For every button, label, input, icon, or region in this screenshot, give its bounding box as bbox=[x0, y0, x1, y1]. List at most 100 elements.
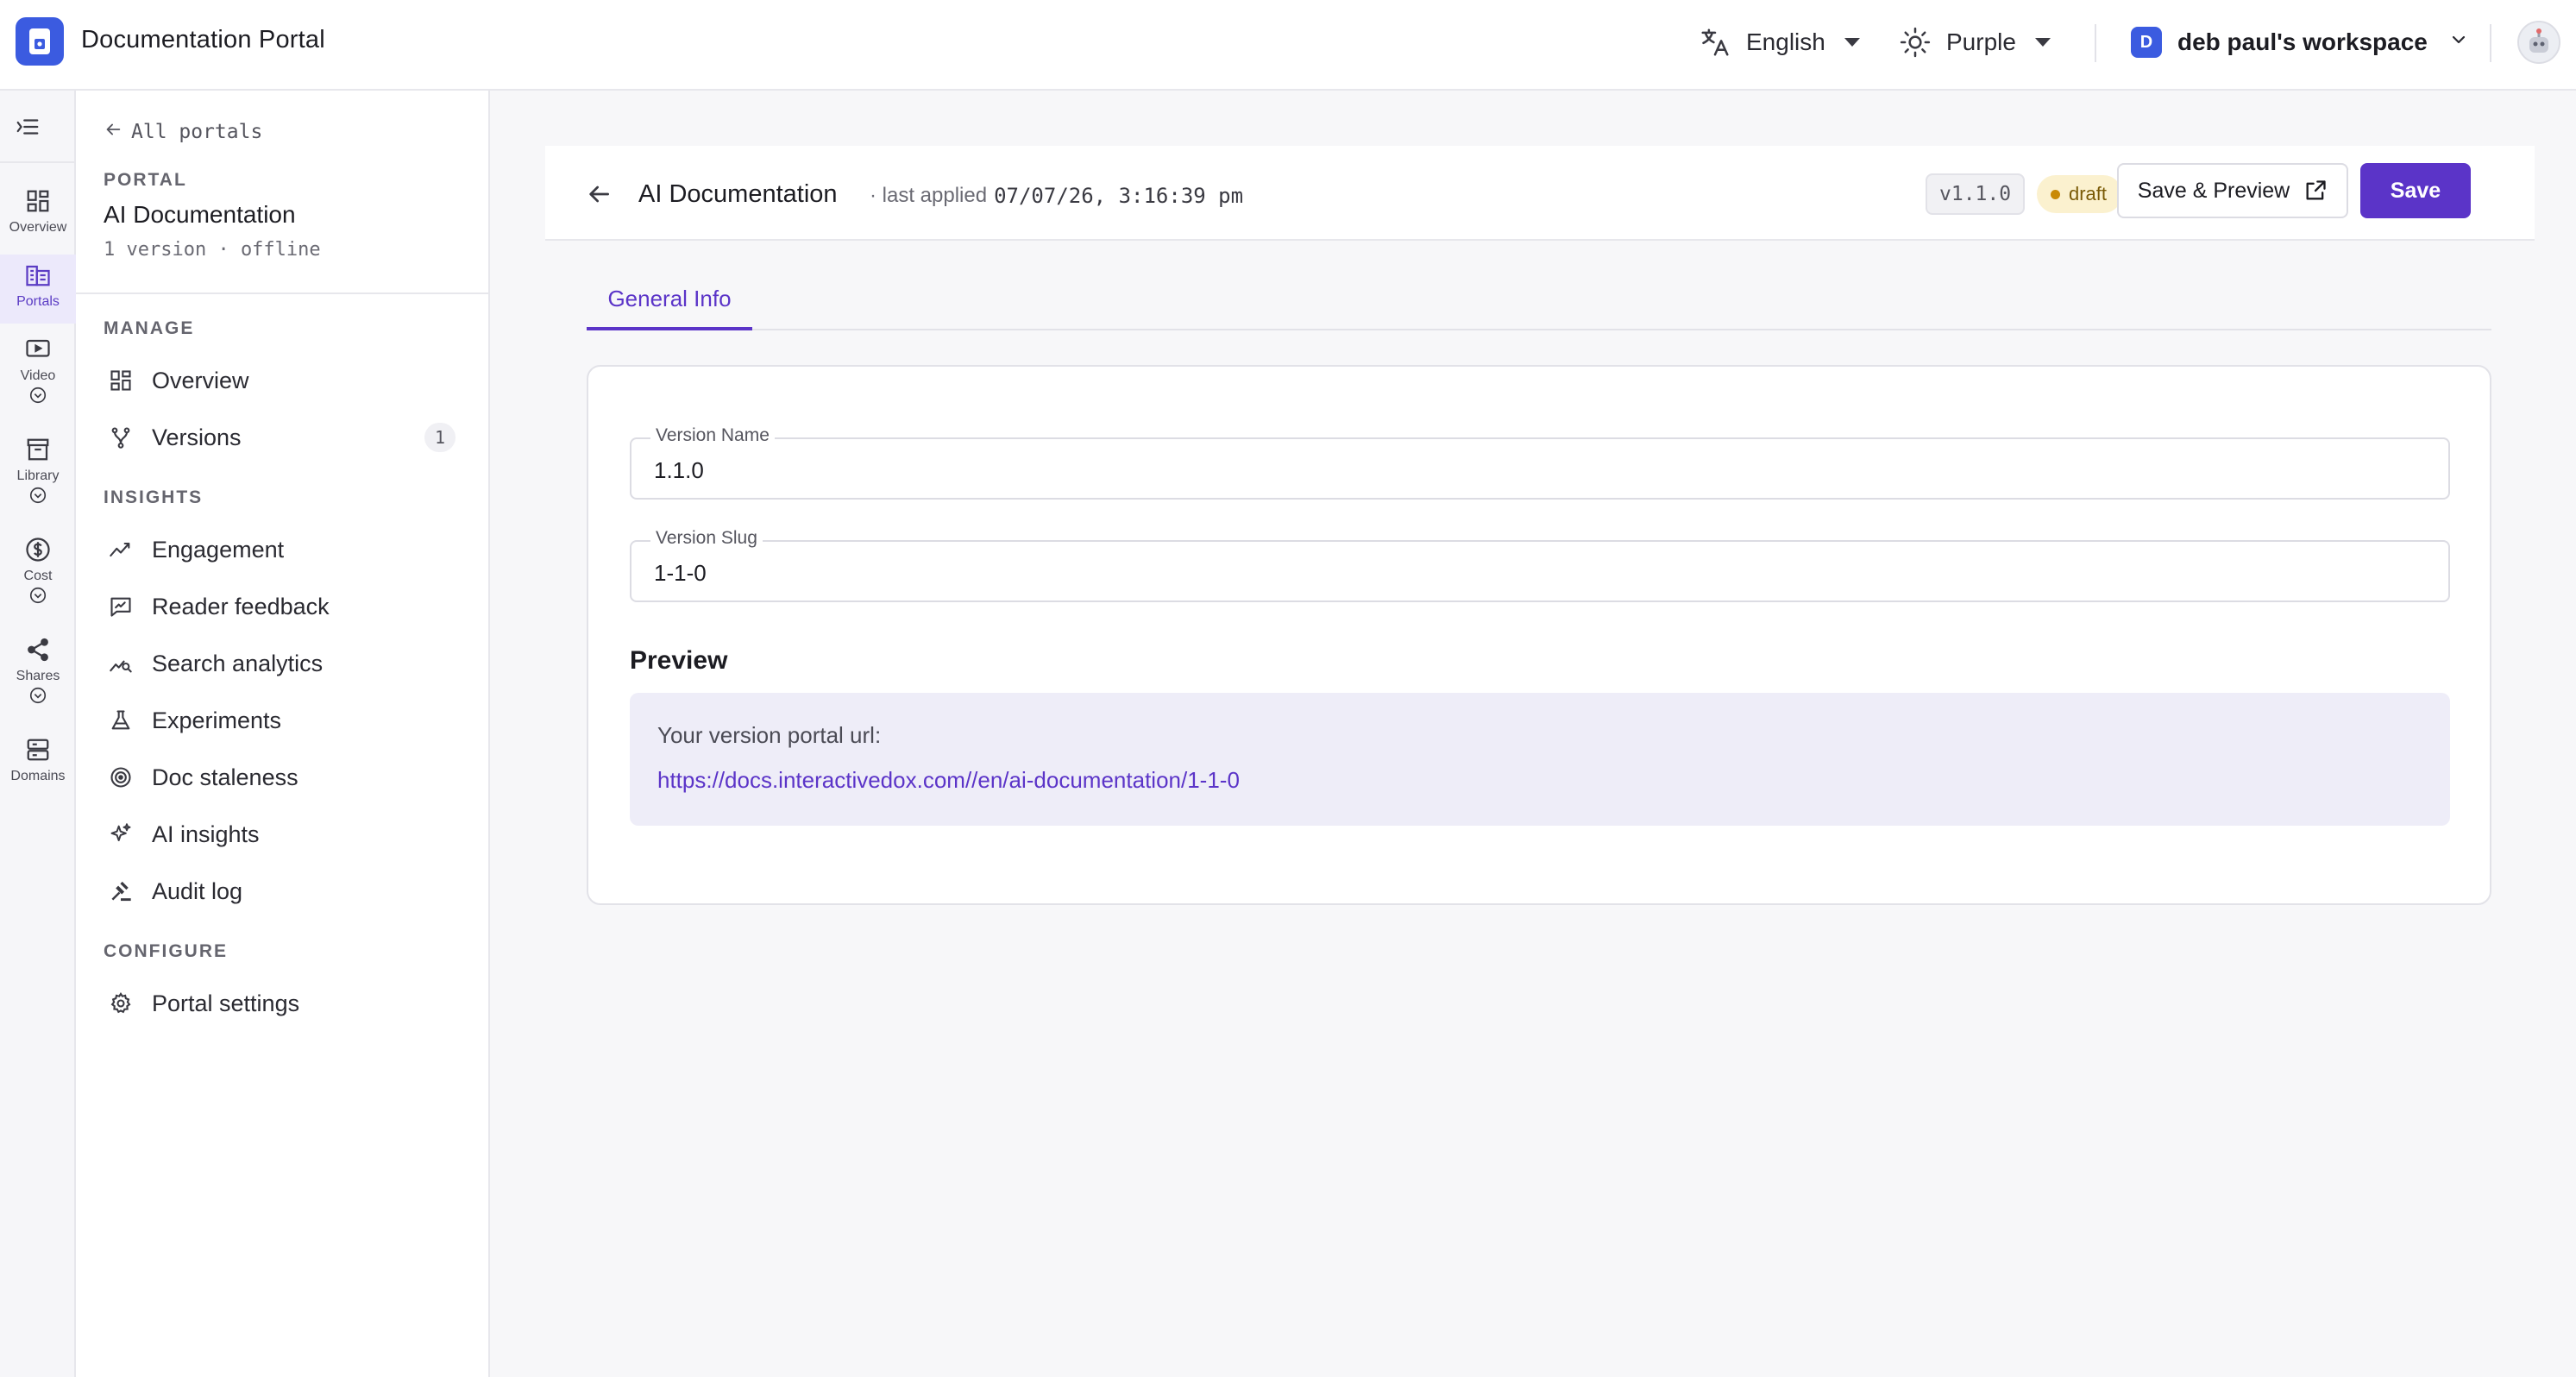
sidebar-item-search-analytics[interactable]: Search analytics bbox=[97, 641, 468, 686]
book-icon[interactable] bbox=[16, 17, 64, 66]
top-header: Documentation Portal English Purple D de… bbox=[0, 0, 2576, 91]
version-slug-field[interactable]: Version Slug bbox=[630, 528, 2450, 602]
version-name-input[interactable] bbox=[654, 455, 2414, 486]
trend-icon bbox=[107, 536, 135, 563]
rail-item-label: Overview bbox=[9, 220, 67, 235]
gavel-icon bbox=[107, 877, 135, 905]
workspace-switcher[interactable]: D deb paul's workspace bbox=[2131, 21, 2469, 64]
last-applied-meta: · last applied 07/07/26, 3:16:39 pm bbox=[870, 184, 1243, 208]
target-icon bbox=[107, 764, 135, 791]
rail-item-domains[interactable]: Domains bbox=[0, 729, 76, 798]
sidebar-item-label: Overview bbox=[152, 367, 249, 393]
sidebar-item-experiments[interactable]: Experiments bbox=[97, 698, 468, 743]
theme-selector[interactable]: Purple bbox=[1898, 21, 2051, 64]
general-info-card: Version Name Version Slug Preview Your v… bbox=[587, 365, 2491, 905]
rail-item-label: Domains bbox=[10, 769, 66, 783]
archive-icon bbox=[22, 434, 53, 465]
arrow-left-icon bbox=[104, 120, 123, 144]
status-badge: draft bbox=[2037, 175, 2123, 213]
rail-item-shares[interactable]: Shares bbox=[0, 629, 76, 712]
search-analytics-icon bbox=[107, 650, 135, 677]
dollar-icon bbox=[22, 534, 53, 565]
chevron-circle-icon bbox=[28, 586, 47, 609]
portal-sidebar: All portals PORTAL AI Documentation 1 ve… bbox=[76, 91, 490, 1377]
tab-general-info[interactable]: General Info bbox=[587, 270, 752, 330]
sidebar-item-engagement[interactable]: Engagement bbox=[97, 527, 468, 572]
rail-item-label: Video bbox=[20, 368, 56, 383]
theme-label: Purple bbox=[1946, 28, 2016, 55]
gear-icon bbox=[107, 990, 135, 1017]
chevron-down-icon bbox=[2448, 28, 2469, 56]
sidebar-item-label: AI insights bbox=[152, 821, 260, 847]
version-tag: v1.1.0 bbox=[1926, 173, 2026, 215]
translate-icon bbox=[1698, 25, 1732, 60]
all-portals-label: All portals bbox=[131, 121, 263, 143]
rail-divider bbox=[0, 161, 76, 163]
sun-icon bbox=[1898, 25, 1932, 60]
version-name-label: Version Name bbox=[650, 425, 775, 446]
rail-item-label: Shares bbox=[16, 669, 60, 683]
sidebar-item-versions[interactable]: Versions 1 bbox=[97, 415, 468, 460]
portal-meta: 1 version · offline bbox=[104, 239, 321, 261]
save-preview-label: Save & Preview bbox=[2137, 178, 2290, 203]
version-header: AI Documentation · last applied 07/07/26… bbox=[545, 146, 2535, 241]
preview-panel: Your version portal url: https://docs.in… bbox=[630, 693, 2450, 826]
flask-icon bbox=[107, 707, 135, 734]
rail-item-cost[interactable]: Cost bbox=[0, 529, 76, 612]
workspace-name: deb paul's workspace bbox=[2177, 28, 2428, 55]
sidebar-divider bbox=[76, 292, 490, 294]
rail-item-video[interactable]: Video bbox=[0, 329, 76, 412]
preview-url-link[interactable]: https://docs.interactivedox.com//en/ai-d… bbox=[657, 767, 1240, 794]
preview-heading: Preview bbox=[630, 646, 728, 675]
collapse-menu-icon[interactable] bbox=[12, 111, 43, 142]
sidebar-item-portal-settings[interactable]: Portal settings bbox=[97, 981, 468, 1026]
icon-rail: Overview Portals Video Library Cost Shar… bbox=[0, 91, 76, 1377]
server-icon bbox=[22, 734, 53, 765]
user-avatar[interactable] bbox=[2517, 21, 2560, 64]
last-applied-label: · last applied bbox=[870, 184, 988, 207]
rail-item-label: Library bbox=[16, 468, 60, 483]
last-applied-timestamp: 07/07/26, 3:16:39 pm bbox=[994, 184, 1244, 208]
status-dot bbox=[2051, 189, 2060, 199]
sidebar-item-label: Doc staleness bbox=[152, 764, 298, 790]
rail-item-label: Cost bbox=[23, 569, 53, 583]
portal-name: AI Documentation bbox=[104, 201, 296, 228]
sidebar-item-overview[interactable]: Overview bbox=[97, 358, 468, 403]
save-button[interactable]: Save bbox=[2360, 163, 2471, 218]
header-divider bbox=[2490, 24, 2491, 62]
rail-item-overview[interactable]: Overview bbox=[0, 180, 76, 249]
sidebar-item-reader-feedback[interactable]: Reader feedback bbox=[97, 584, 468, 629]
sidebar-item-doc-staleness[interactable]: Doc staleness bbox=[97, 755, 468, 800]
rail-item-library[interactable]: Library bbox=[0, 429, 76, 512]
versions-count-badge: 1 bbox=[424, 423, 456, 452]
version-name-field[interactable]: Version Name bbox=[630, 425, 2450, 500]
share-icon bbox=[22, 634, 53, 665]
sidebar-item-label: Experiments bbox=[152, 707, 282, 733]
rail-item-label: Portals bbox=[16, 294, 60, 309]
back-arrow-icon[interactable] bbox=[581, 177, 616, 211]
feedback-icon bbox=[107, 593, 135, 620]
sidebar-item-label: Engagement bbox=[152, 536, 285, 563]
section-label-configure: CONFIGURE bbox=[104, 941, 228, 961]
rail-item-portals[interactable]: Portals bbox=[0, 255, 76, 324]
language-selector[interactable]: English bbox=[1698, 21, 1860, 64]
sidebar-item-label: Search analytics bbox=[152, 650, 324, 676]
section-label-insights: INSIGHTS bbox=[104, 487, 204, 507]
version-slug-input[interactable] bbox=[654, 557, 2414, 588]
save-preview-button[interactable]: Save & Preview bbox=[2117, 163, 2348, 218]
video-icon bbox=[22, 334, 53, 365]
preview-url-label: Your version portal url: bbox=[657, 722, 882, 748]
sidebar-item-audit-log[interactable]: Audit log bbox=[97, 869, 468, 914]
all-portals-link[interactable]: All portals bbox=[104, 120, 262, 144]
tab-bar: General Info bbox=[587, 270, 2491, 330]
workspace-badge: D bbox=[2131, 27, 2162, 58]
sidebar-item-label: Versions bbox=[152, 424, 242, 450]
branch-icon bbox=[107, 424, 135, 451]
robot-avatar-icon bbox=[2529, 28, 2548, 53]
sidebar-item-ai-insights[interactable]: AI insights bbox=[97, 812, 468, 857]
dashboard-icon bbox=[107, 367, 135, 394]
sidebar-item-label: Portal settings bbox=[152, 990, 300, 1016]
portal-eyebrow: PORTAL bbox=[104, 170, 187, 190]
version-page-title: AI Documentation bbox=[638, 180, 838, 208]
building-icon bbox=[22, 260, 53, 291]
